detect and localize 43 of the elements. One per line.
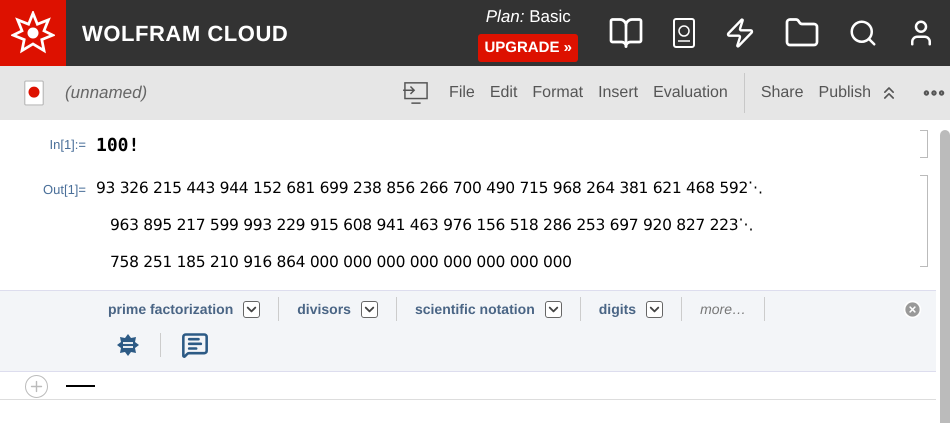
suggestion-link[interactable]: divisors <box>297 298 351 320</box>
suggestion-link[interactable]: more… <box>700 298 746 320</box>
book-icon[interactable] <box>608 15 644 51</box>
menu-item[interactable]: File <box>449 81 475 105</box>
dropdown-icon[interactable] <box>360 300 378 318</box>
add-cell-icon[interactable] <box>25 374 48 398</box>
dropdown-icon[interactable] <box>243 300 260 318</box>
comment-icon[interactable] <box>181 331 209 359</box>
continuation-mark: ⋱ <box>748 178 764 198</box>
menu-item[interactable]: Edit <box>490 81 518 105</box>
output-line: 963 895 217 599 993 229 915 608 941 463 976 156 518 286 253 697 920 827 223 <box>110 215 738 236</box>
dropdown-icon[interactable] <box>646 300 664 318</box>
suggestion-link[interactable]: scientific notation <box>414 298 535 320</box>
dropdown-icon[interactable] <box>544 300 562 318</box>
cell-label: In[1]:= <box>48 136 87 154</box>
present-icon[interactable] <box>402 81 430 105</box>
cell-bracket <box>920 130 928 158</box>
notebook-icon <box>23 80 45 106</box>
output-line: 758 251 185 210 916 864 000 000 000 000 000 000 000 000 <box>110 252 572 273</box>
brand-name: WOLFRAM CLOUD <box>82 20 288 48</box>
upgrade-button[interactable]: UPGRADE » <box>478 34 578 62</box>
plan-name: Basic <box>529 7 571 26</box>
logo[interactable] <box>0 0 66 66</box>
input-code: 100! <box>96 134 140 158</box>
plan-label: Plan: <box>486 7 524 26</box>
menu-item[interactable]: Insert <box>598 81 638 105</box>
toolbar-action[interactable]: Publish <box>818 81 871 105</box>
continuation-mark: ⋱ <box>738 215 754 235</box>
notebook-icon[interactable] <box>672 17 696 49</box>
output-line: 93 326 215 443 944 152 681 699 238 856 266 700 490 715 968 264 381 621 468 592 <box>96 178 748 199</box>
menu-item[interactable]: Evaluation <box>653 81 728 105</box>
menu-item[interactable]: Format <box>532 81 584 105</box>
lightning-icon[interactable] <box>724 17 756 49</box>
close-icon[interactable] <box>903 300 922 318</box>
logo-icon <box>11 11 55 55</box>
cell-label: Out[1]= <box>42 181 87 199</box>
notebook-title: (unnamed) <box>65 82 148 104</box>
suggestion-link[interactable]: prime factorization <box>108 298 234 320</box>
search-icon[interactable] <box>848 18 878 48</box>
starburst-icon[interactable] <box>116 333 140 357</box>
insertion-line <box>66 385 95 387</box>
suggestion-link[interactable]: digits <box>598 298 636 320</box>
toolbar-action[interactable]: Share <box>760 81 804 105</box>
